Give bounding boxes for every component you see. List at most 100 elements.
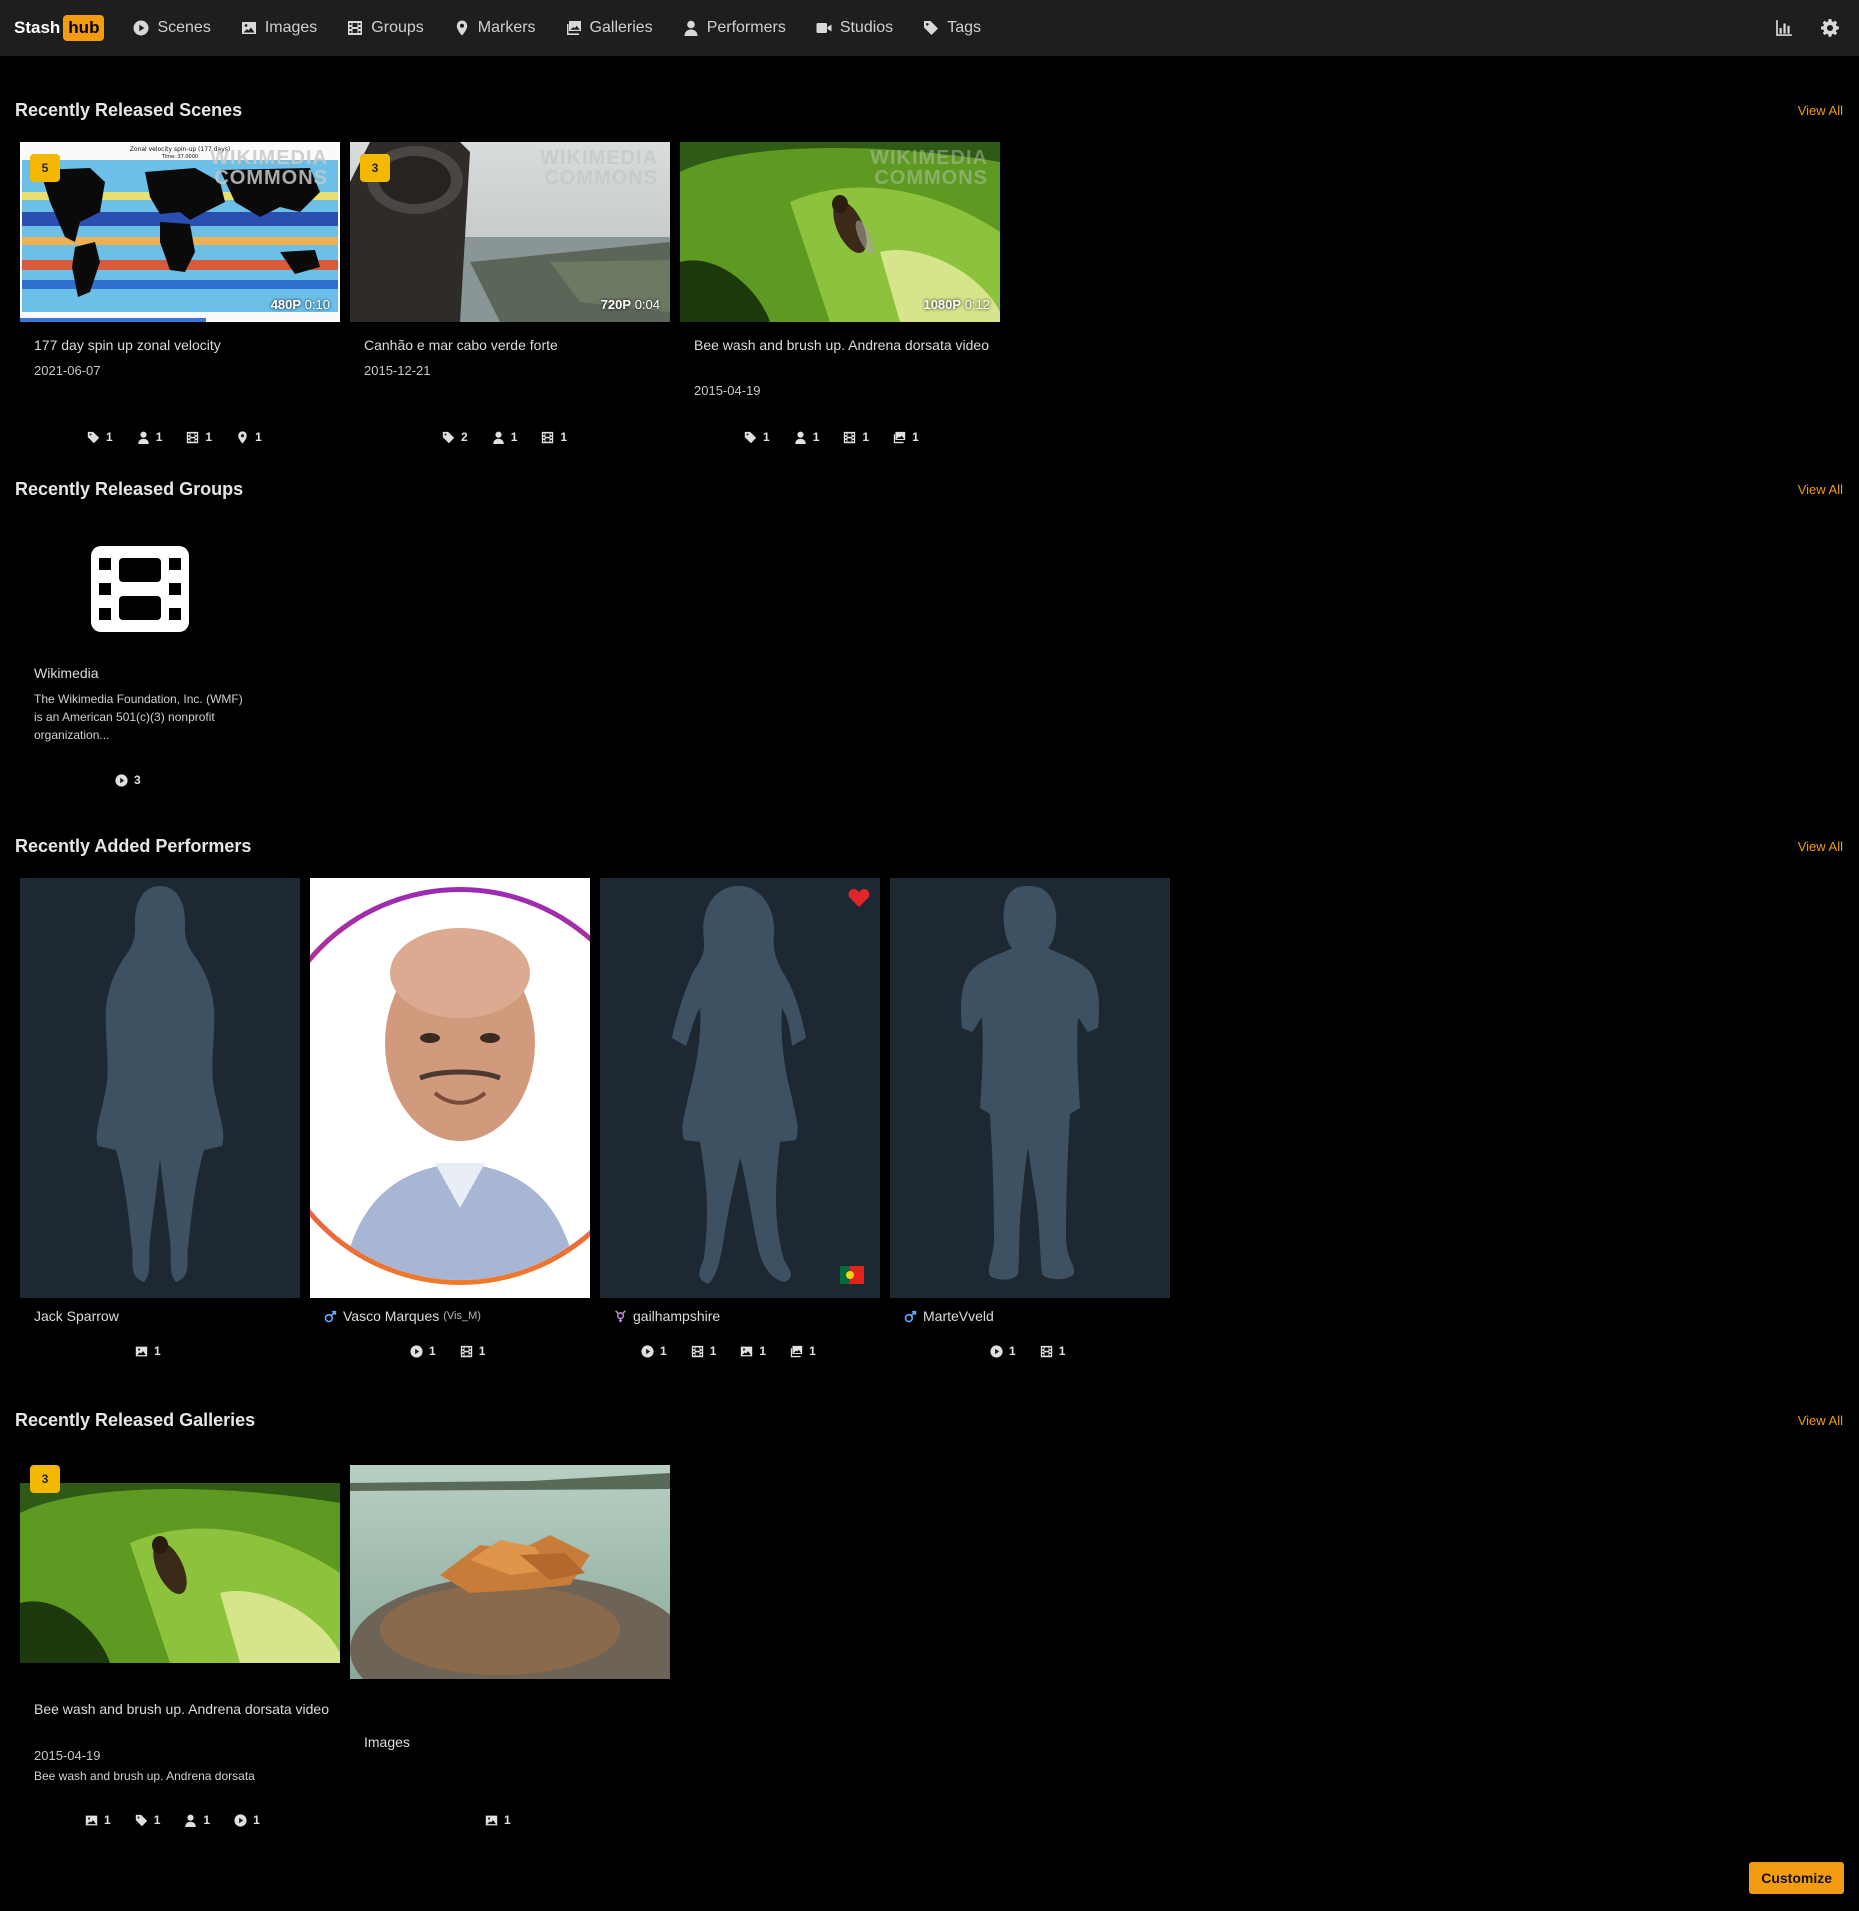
- performer-name[interactable]: MarteVveld: [904, 1308, 994, 1324]
- performer-count-button[interactable]: 1: [492, 430, 517, 444]
- settings-button[interactable]: [1815, 13, 1845, 43]
- image-count-button[interactable]: 1: [485, 1813, 511, 1827]
- nav-item-label: Performers: [706, 19, 786, 36]
- scene-count: 1: [660, 1344, 667, 1358]
- scene-card[interactable]: WIKIMEDIA COMMONS 1080P 0:12 Bee wash and…: [680, 142, 1000, 444]
- scene-date: 2015-04-19: [694, 383, 761, 398]
- tag-count-button[interactable]: 1: [87, 430, 113, 444]
- image-count-button[interactable]: 1: [740, 1344, 766, 1358]
- group-count: 1: [862, 430, 870, 444]
- gallery-count-button[interactable]: 1: [790, 1344, 816, 1358]
- performer-name[interactable]: Vasco Marques (Vis_M): [324, 1308, 481, 1324]
- image-icon: [740, 1345, 753, 1358]
- scene-thumbnail[interactable]: Zonal velocity spin-up (177 days) Time: …: [20, 142, 340, 322]
- performer-count-button[interactable]: 1: [794, 430, 820, 444]
- group-count-button[interactable]: 1: [1040, 1344, 1066, 1358]
- performer-image[interactable]: [20, 878, 300, 1298]
- scene-count-button[interactable]: 1: [410, 1344, 436, 1358]
- nav-item-label: Tags: [947, 19, 981, 36]
- favorite-heart-icon[interactable]: [848, 888, 870, 908]
- tag-count-button[interactable]: 1: [135, 1813, 160, 1827]
- performer-name[interactable]: gailhampshire: [614, 1308, 720, 1324]
- performer-count-button[interactable]: 1: [184, 1813, 210, 1827]
- group-count-button[interactable]: 1: [541, 430, 567, 444]
- scene-thumbnail[interactable]: WIKIMEDIA COMMONS 1080P 0:12: [680, 142, 1000, 322]
- nav-item-performers[interactable]: Performers: [668, 0, 801, 56]
- group-card[interactable]: Wikimedia The Wikimedia Foundation, Inc.…: [20, 520, 260, 795]
- nav-item-scenes[interactable]: Scenes: [118, 0, 225, 56]
- logo-badge: hub: [63, 15, 105, 41]
- performer-card[interactable]: MarteVveld 1 1: [890, 878, 1170, 1368]
- scene-count-button[interactable]: 1: [234, 1813, 260, 1827]
- nav-item-tags[interactable]: Tags: [908, 0, 996, 56]
- portugal-flag-icon: [840, 1266, 864, 1284]
- performer-image[interactable]: [890, 878, 1170, 1298]
- scene-count-button[interactable]: 3: [115, 773, 141, 787]
- gallery-card[interactable]: 3 Bee wash and brush up. Andrena dorsata…: [20, 1455, 340, 1835]
- nav-item-groups[interactable]: Groups: [332, 0, 438, 56]
- performer-count-button[interactable]: 1: [137, 430, 162, 444]
- tag-count-button[interactable]: 2: [442, 430, 468, 444]
- scene-title[interactable]: Bee wash and brush up. Andrena dorsata v…: [694, 336, 994, 355]
- performer-image[interactable]: [600, 878, 880, 1298]
- stats-button[interactable]: [1769, 13, 1799, 43]
- scene-title[interactable]: 177 day spin up zonal velocity: [34, 336, 334, 355]
- nav-item-studios[interactable]: Studios: [801, 0, 908, 56]
- performer-name[interactable]: Jack Sparrow: [34, 1308, 119, 1324]
- play-circle-icon: [410, 1345, 423, 1358]
- scene-specs: 480P 0:10: [271, 297, 330, 312]
- gallery-count: 1: [912, 430, 919, 444]
- scene-card[interactable]: WIKIMEDIA COMMONS 3 720P 0:04 Canhão e ma…: [350, 142, 670, 444]
- group-count: 1: [1058, 1344, 1066, 1358]
- film-icon: [843, 431, 856, 444]
- performer-count: 1: [812, 430, 820, 444]
- film-icon: [91, 546, 189, 632]
- image-count-button[interactable]: 1: [85, 1813, 111, 1827]
- group-title[interactable]: Wikimedia: [34, 664, 99, 683]
- nav-item-label: Markers: [477, 19, 536, 36]
- group-count-button[interactable]: 1: [186, 430, 212, 444]
- gallery-title[interactable]: Bee wash and brush up. Andrena dorsata v…: [34, 1700, 334, 1719]
- view-all-scenes-link[interactable]: View All: [1798, 103, 1843, 118]
- gallery-thumbnail[interactable]: [20, 1483, 340, 1663]
- view-all-performers-link[interactable]: View All: [1798, 839, 1843, 854]
- marker-count-button[interactable]: 1: [236, 430, 262, 444]
- view-all-galleries-link[interactable]: View All: [1798, 1413, 1843, 1428]
- tag-count: 1: [763, 430, 770, 444]
- gallery-popovers: 1 1 1 1: [73, 1813, 272, 1827]
- gallery-title[interactable]: Images: [364, 1733, 664, 1752]
- watermark-line: WIKIMEDIA: [870, 147, 988, 169]
- tag-count-button[interactable]: 1: [744, 430, 770, 444]
- customize-button[interactable]: Customize: [1749, 1862, 1844, 1894]
- nav-item-markers[interactable]: Markers: [439, 0, 551, 56]
- nav-item-galleries[interactable]: Galleries: [551, 0, 668, 56]
- scene-count-button[interactable]: 1: [990, 1344, 1016, 1358]
- gallery-card[interactable]: Images 1: [350, 1455, 670, 1835]
- group-count-button[interactable]: 1: [843, 430, 869, 444]
- gallery-thumbnail[interactable]: [350, 1465, 670, 1679]
- duration-label: 0:10: [304, 297, 330, 312]
- performer-disambiguation: (Vis_M): [443, 1310, 481, 1322]
- image-count-button[interactable]: 1: [135, 1344, 161, 1358]
- nav-item-images[interactable]: Images: [226, 0, 332, 56]
- wikimedia-watermark: WIKIMEDIA COMMONS: [540, 148, 658, 188]
- scene-title[interactable]: Canhão e mar cabo verde forte: [364, 336, 664, 355]
- scene-thumbnail[interactable]: WIKIMEDIA COMMONS 3 720P 0:04: [350, 142, 670, 322]
- group-count-button[interactable]: 1: [691, 1344, 716, 1358]
- image-icon: [485, 1814, 498, 1827]
- performer-popovers: 1 1 1 1: [629, 1344, 828, 1358]
- scene-card[interactable]: Zonal velocity spin-up (177 days) Time: …: [20, 142, 340, 444]
- gallery-count-button[interactable]: 1: [893, 430, 919, 444]
- image-count-badge: 3: [30, 1465, 60, 1493]
- group-count-button[interactable]: 1: [460, 1344, 486, 1358]
- stash-logo[interactable]: Stash hub: [14, 15, 105, 41]
- images-icon: [790, 1345, 803, 1358]
- view-all-groups-link[interactable]: View All: [1798, 482, 1843, 497]
- performer-image[interactable]: [310, 878, 590, 1298]
- performer-card[interactable]: gailhampshire 1 1 1 1: [600, 878, 880, 1368]
- wikimedia-watermark: WIKIMEDIA COMMONS: [210, 148, 328, 188]
- performer-card[interactable]: Jack Sparrow 1: [20, 878, 300, 1368]
- group-count: 1: [478, 1344, 486, 1358]
- scene-count-button[interactable]: 1: [641, 1344, 667, 1358]
- performer-card[interactable]: Vasco Marques (Vis_M) 1 1: [310, 878, 590, 1368]
